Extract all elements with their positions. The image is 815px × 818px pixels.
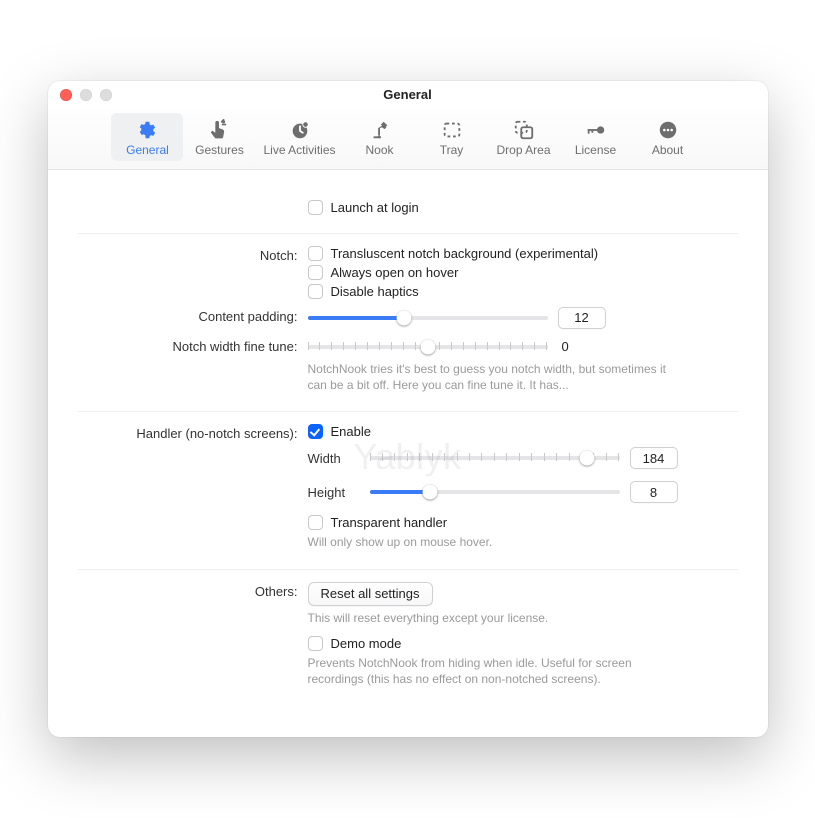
tab-general[interactable]: General [111, 113, 183, 161]
width-finetune-value: 0 [558, 339, 606, 354]
close-window-button[interactable] [60, 89, 72, 101]
zoom-window-button[interactable] [100, 89, 112, 101]
content-area: Launch at login Notch: Transluscent notc… [48, 170, 768, 737]
tap-icon [208, 119, 230, 141]
always-hover-label: Always open on hover [331, 265, 459, 280]
width-finetune-label: Notch width fine tune: [78, 337, 308, 354]
demo-mode-row[interactable]: Demo mode [308, 636, 738, 651]
tab-tray[interactable]: Tray [416, 113, 488, 161]
tab-label: Live Activities [263, 143, 335, 157]
transparent-handler-hint: Will only show up on mouse hover. [308, 534, 688, 550]
handler-heading: Handler (no-notch screens): [78, 424, 308, 441]
transparent-handler-checkbox[interactable] [308, 515, 323, 530]
others-heading: Others: [78, 582, 308, 599]
content-padding-label: Content padding: [78, 307, 308, 324]
window-title: General [383, 87, 431, 102]
handler-height-slider[interactable] [370, 482, 620, 502]
handler-enable-label: Enable [331, 424, 371, 439]
content-padding-slider[interactable] [308, 308, 548, 328]
transluscent-checkbox[interactable] [308, 246, 323, 261]
tab-label: General [126, 143, 169, 157]
handler-height-label: Height [308, 485, 360, 500]
always-hover-row[interactable]: Always open on hover [308, 265, 738, 280]
titlebar: General [48, 81, 768, 109]
handler-width-value[interactable]: 184 [630, 447, 678, 469]
transparent-handler-row[interactable]: Transparent handler [308, 515, 738, 530]
tab-drop-area[interactable]: Drop Area [488, 113, 560, 161]
tab-license[interactable]: License [560, 113, 632, 161]
content-padding-value[interactable]: 12 [558, 307, 606, 329]
tab-label: About [652, 143, 683, 157]
disable-haptics-row[interactable]: Disable haptics [308, 284, 738, 299]
launch-at-login-label: Launch at login [331, 200, 419, 215]
handler-enable-checkbox[interactable] [308, 424, 323, 439]
preferences-toolbar: General Gestures Live Activities [48, 109, 768, 170]
tab-nook[interactable]: Nook [344, 113, 416, 161]
preferences-window: General General Gestures [48, 81, 768, 737]
width-finetune-hint: NotchNook tries it's best to guess you n… [308, 361, 688, 393]
tab-label: Gestures [195, 143, 244, 157]
disable-haptics-label: Disable haptics [331, 284, 419, 299]
notch-heading: Notch: [78, 246, 308, 263]
always-hover-checkbox[interactable] [308, 265, 323, 280]
handler-width-label: Width [308, 451, 360, 466]
demo-mode-hint: Prevents NotchNook from hiding when idle… [308, 655, 688, 687]
demo-mode-checkbox[interactable] [308, 636, 323, 651]
ellipsis-icon [657, 119, 679, 141]
handler-enable-row[interactable]: Enable [308, 424, 738, 439]
reset-all-button[interactable]: Reset all settings [308, 582, 433, 606]
launch-at-login-checkbox[interactable] [308, 200, 323, 215]
demo-mode-label: Demo mode [331, 636, 402, 651]
handler-height-value[interactable]: 8 [630, 481, 678, 503]
traffic-lights [60, 89, 112, 101]
reset-hint: This will reset everything except your l… [308, 610, 688, 626]
drop-icon [513, 119, 535, 141]
lamp-icon [369, 119, 391, 141]
key-icon [585, 119, 607, 141]
tab-gestures[interactable]: Gestures [183, 113, 255, 161]
tab-label: Nook [366, 143, 394, 157]
width-finetune-slider[interactable] [308, 337, 548, 357]
minimize-window-button[interactable] [80, 89, 92, 101]
tab-live-activities[interactable]: Live Activities [255, 113, 343, 161]
handler-width-slider[interactable] [370, 448, 620, 468]
tab-label: License [575, 143, 616, 157]
tray-icon [441, 119, 463, 141]
disable-haptics-checkbox[interactable] [308, 284, 323, 299]
transparent-handler-label: Transparent handler [331, 515, 448, 530]
tab-label: Tray [440, 143, 464, 157]
clock-icon [289, 119, 311, 141]
tab-about[interactable]: About [632, 113, 704, 161]
gear-icon [136, 119, 158, 141]
tab-label: Drop Area [497, 143, 551, 157]
transluscent-label: Transluscent notch background (experimen… [331, 246, 599, 261]
transluscent-row[interactable]: Transluscent notch background (experimen… [308, 246, 738, 261]
launch-at-login-row[interactable]: Launch at login [308, 200, 738, 215]
